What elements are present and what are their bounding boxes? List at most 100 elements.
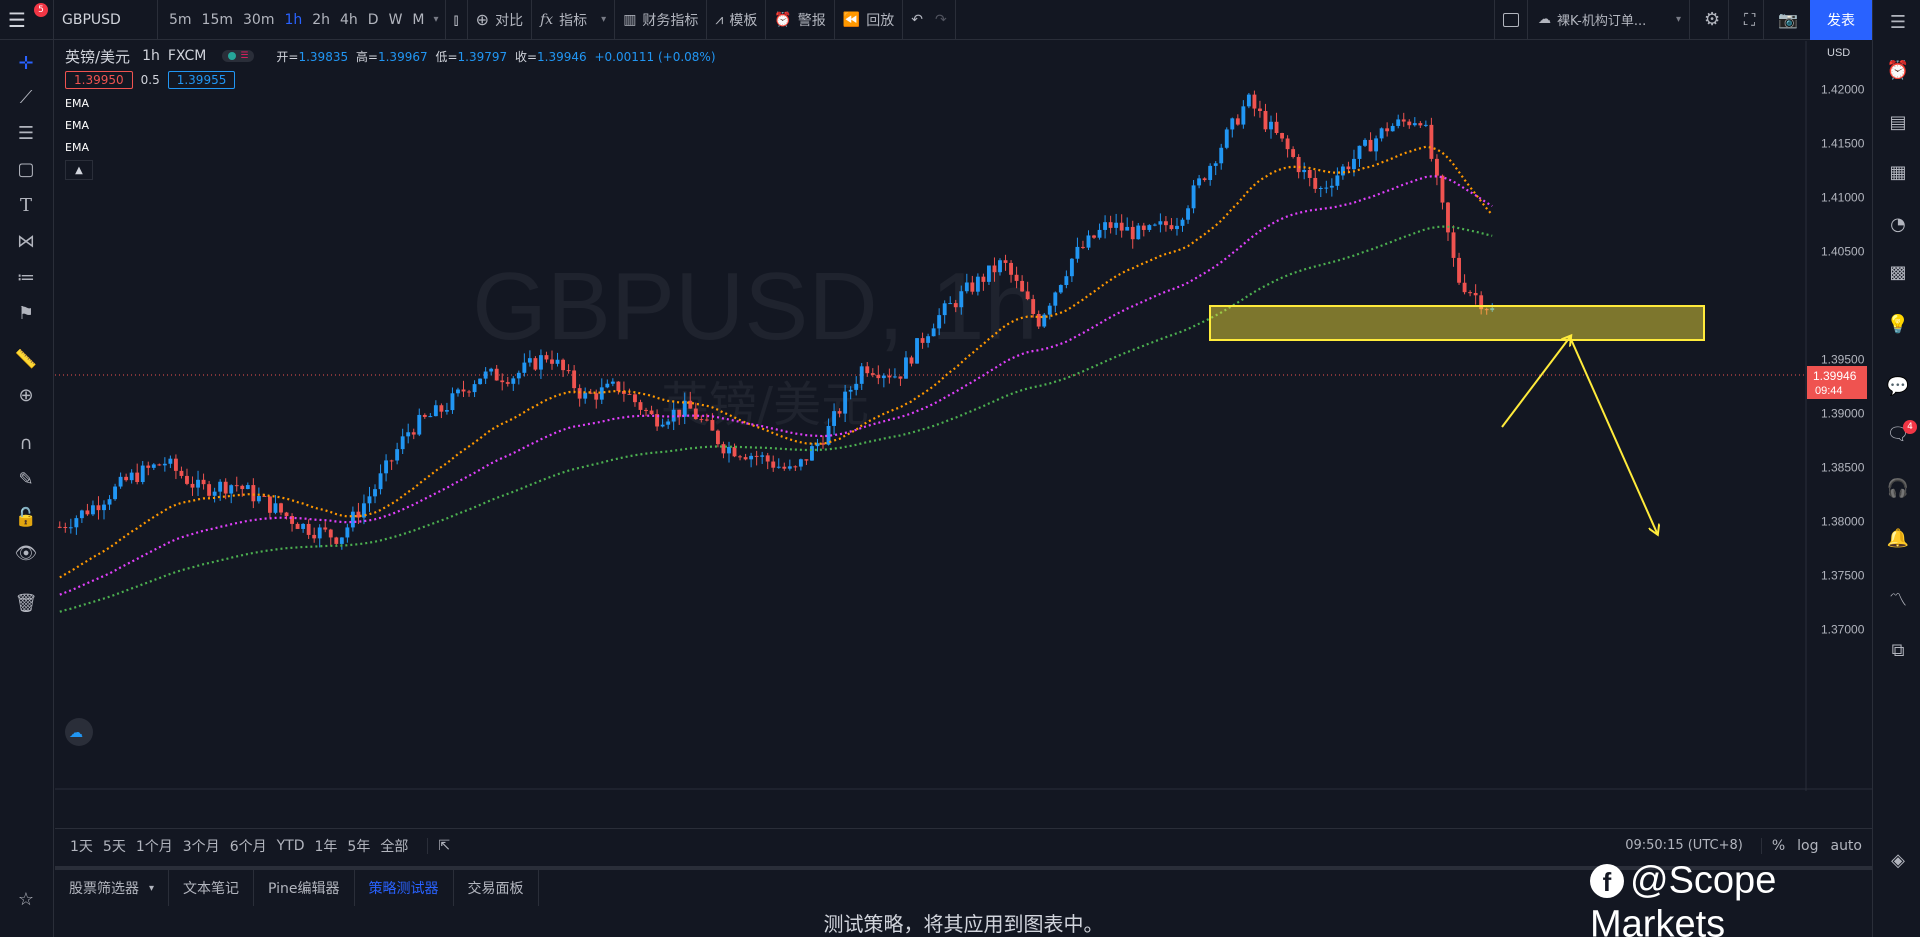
range-5y[interactable]: 5年	[342, 836, 375, 856]
replay-button[interactable]: ⏪ 回放	[835, 0, 904, 40]
candle-body	[821, 443, 825, 445]
snapshot-button[interactable]: 📷	[1770, 0, 1806, 40]
lock-icon[interactable]: 🔓	[14, 506, 38, 530]
range-5d[interactable]: 5天	[98, 836, 131, 856]
publish-button[interactable]: 发表	[1810, 0, 1872, 40]
candle-body	[605, 383, 610, 388]
stay-drawing-icon[interactable]: ✎	[14, 468, 38, 492]
templates-button[interactable]: ⩘ 模板	[707, 0, 767, 40]
trash-icon[interactable]: 🗑	[14, 592, 38, 616]
pattern-icon[interactable]: ⋈	[14, 230, 38, 254]
projection-arrow-up[interactable]	[1501, 337, 1570, 428]
clock[interactable]: 09:50:15 (UTC+8)	[1625, 838, 1743, 853]
legend-status-pill[interactable]: ☰	[222, 50, 255, 62]
interval-15m[interactable]: 15m	[197, 12, 238, 28]
range-all[interactable]: 全部	[375, 836, 413, 856]
range-1y[interactable]: 1年	[310, 836, 343, 856]
sell-button[interactable]: 1.39950	[65, 71, 133, 89]
streams-icon[interactable]: 🎧	[1885, 476, 1911, 502]
ruler-icon[interactable]: 📏	[14, 348, 38, 372]
menu-button[interactable]: ☰ 5	[0, 0, 54, 40]
interval-4h[interactable]: 4h	[335, 12, 363, 28]
chart-type-button[interactable]: ⫾	[446, 0, 468, 40]
trading-icon[interactable]: 〽	[1885, 588, 1911, 614]
text-icon[interactable]: T	[14, 194, 38, 218]
candle-body	[212, 491, 217, 496]
tab-screener[interactable]: 股票筛选器 ▾	[55, 870, 170, 906]
notifications-icon[interactable]: 🔔	[1885, 526, 1911, 552]
eye-icon[interactable]: 👁	[14, 542, 38, 566]
candle-body	[102, 504, 106, 511]
candle-body	[782, 466, 787, 469]
candle-body	[467, 391, 471, 393]
auto-toggle[interactable]: auto	[1830, 838, 1862, 854]
indicator-ema-1[interactable]: EMA	[65, 97, 716, 110]
symbol-search[interactable]: GBPUSD	[54, 0, 158, 40]
alert-button[interactable]: ⏰ 警报	[766, 0, 835, 40]
buy-button[interactable]: 1.39955	[167, 71, 236, 89]
forecast-icon[interactable]: ≔	[14, 266, 38, 290]
alarm-icon[interactable]: ⏰	[1885, 58, 1911, 84]
zoom-in-icon[interactable]: ⊕	[14, 384, 38, 408]
range-1d[interactable]: 1天	[65, 836, 98, 856]
data-window-icon[interactable]: ▦	[1885, 160, 1911, 186]
candle-body	[1407, 121, 1412, 126]
ideas-icon[interactable]: 💡	[1885, 312, 1911, 338]
candle-body	[616, 381, 621, 392]
candle-body	[494, 368, 499, 381]
open-label: 开=	[276, 49, 299, 64]
undo-icon[interactable]: ↶	[911, 12, 923, 28]
watchlist-icon[interactable]: ☰	[1885, 10, 1911, 36]
magnet-icon[interactable]: ∩	[14, 432, 38, 456]
trend-line-icon[interactable]: ⟋	[14, 86, 38, 110]
interval-2h[interactable]: 2h	[307, 12, 335, 28]
interval-m[interactable]: M	[407, 12, 429, 28]
indicator-ema-2[interactable]: EMA	[65, 119, 716, 132]
redo-icon[interactable]: ↷	[935, 12, 947, 28]
range-6m[interactable]: 6个月	[225, 836, 272, 856]
crosshair-icon[interactable]: ✛	[14, 52, 38, 76]
settings-button[interactable]: ⚙	[1696, 0, 1730, 40]
interval-30m[interactable]: 30m	[238, 12, 279, 28]
candle-body	[323, 527, 328, 530]
expand-button[interactable]: ⛶	[1736, 0, 1765, 40]
chevron-down-icon[interactable]: ▾	[430, 14, 439, 25]
indicators-button[interactable]: fx 指标 ▾	[532, 0, 616, 40]
range-3m[interactable]: 3个月	[178, 836, 225, 856]
tab-pine-editor[interactable]: Pine编辑器	[254, 870, 355, 906]
candle-body	[1158, 221, 1163, 225]
candle-body	[793, 466, 798, 468]
interval-w[interactable]: W	[384, 12, 408, 28]
percent-toggle[interactable]: %	[1760, 837, 1785, 854]
range-ytd[interactable]: YTD	[272, 838, 310, 854]
icons-tool-icon[interactable]: ⚑	[14, 302, 38, 326]
legend-symbol-title[interactable]: 英镑/美元	[65, 46, 130, 67]
projection-arrow-down[interactable]	[1569, 336, 1657, 533]
layout-switcher[interactable]: ☁ 裸K-机构订单... ▾	[1530, 0, 1690, 40]
chat-icon[interactable]: 💬	[1885, 374, 1911, 400]
range-1m[interactable]: 1个月	[131, 836, 178, 856]
hotlist-icon[interactable]: ◔	[1885, 212, 1911, 238]
compare-button[interactable]: ⊕ 对比	[468, 0, 533, 40]
calendar-icon[interactable]: ▩	[1885, 260, 1911, 286]
log-toggle[interactable]: log	[1797, 838, 1818, 854]
tab-strategy-tester[interactable]: 策略测试器	[355, 870, 454, 906]
collapse-indicators-button[interactable]: ▲	[65, 160, 93, 180]
interval-d[interactable]: D	[363, 12, 384, 28]
rectangle-icon[interactable]: ▢	[14, 158, 38, 182]
horizontal-lines-icon[interactable]: ☰	[14, 122, 38, 146]
resistance-zone[interactable]	[1209, 305, 1705, 341]
fullscreen-toggle[interactable]	[1494, 0, 1528, 40]
financials-button[interactable]: ▥ 财务指标	[615, 0, 708, 40]
alarm-clock-icon: ⏰	[774, 11, 792, 28]
tab-trading-panel[interactable]: 交易面板	[454, 870, 539, 906]
indicator-ema-3[interactable]: EMA	[65, 141, 716, 154]
news-icon[interactable]: ▤	[1885, 110, 1911, 136]
go-to-date-icon[interactable]: ⇱	[427, 837, 450, 854]
tab-text-notes[interactable]: 文本笔记	[169, 870, 255, 906]
interval-1h[interactable]: 1h	[279, 12, 307, 28]
star-icon[interactable]: ☆	[14, 888, 38, 912]
dom-icon[interactable]: ⧉	[1885, 638, 1911, 664]
interval-5m[interactable]: 5m	[164, 12, 197, 28]
candle-body	[583, 392, 588, 399]
